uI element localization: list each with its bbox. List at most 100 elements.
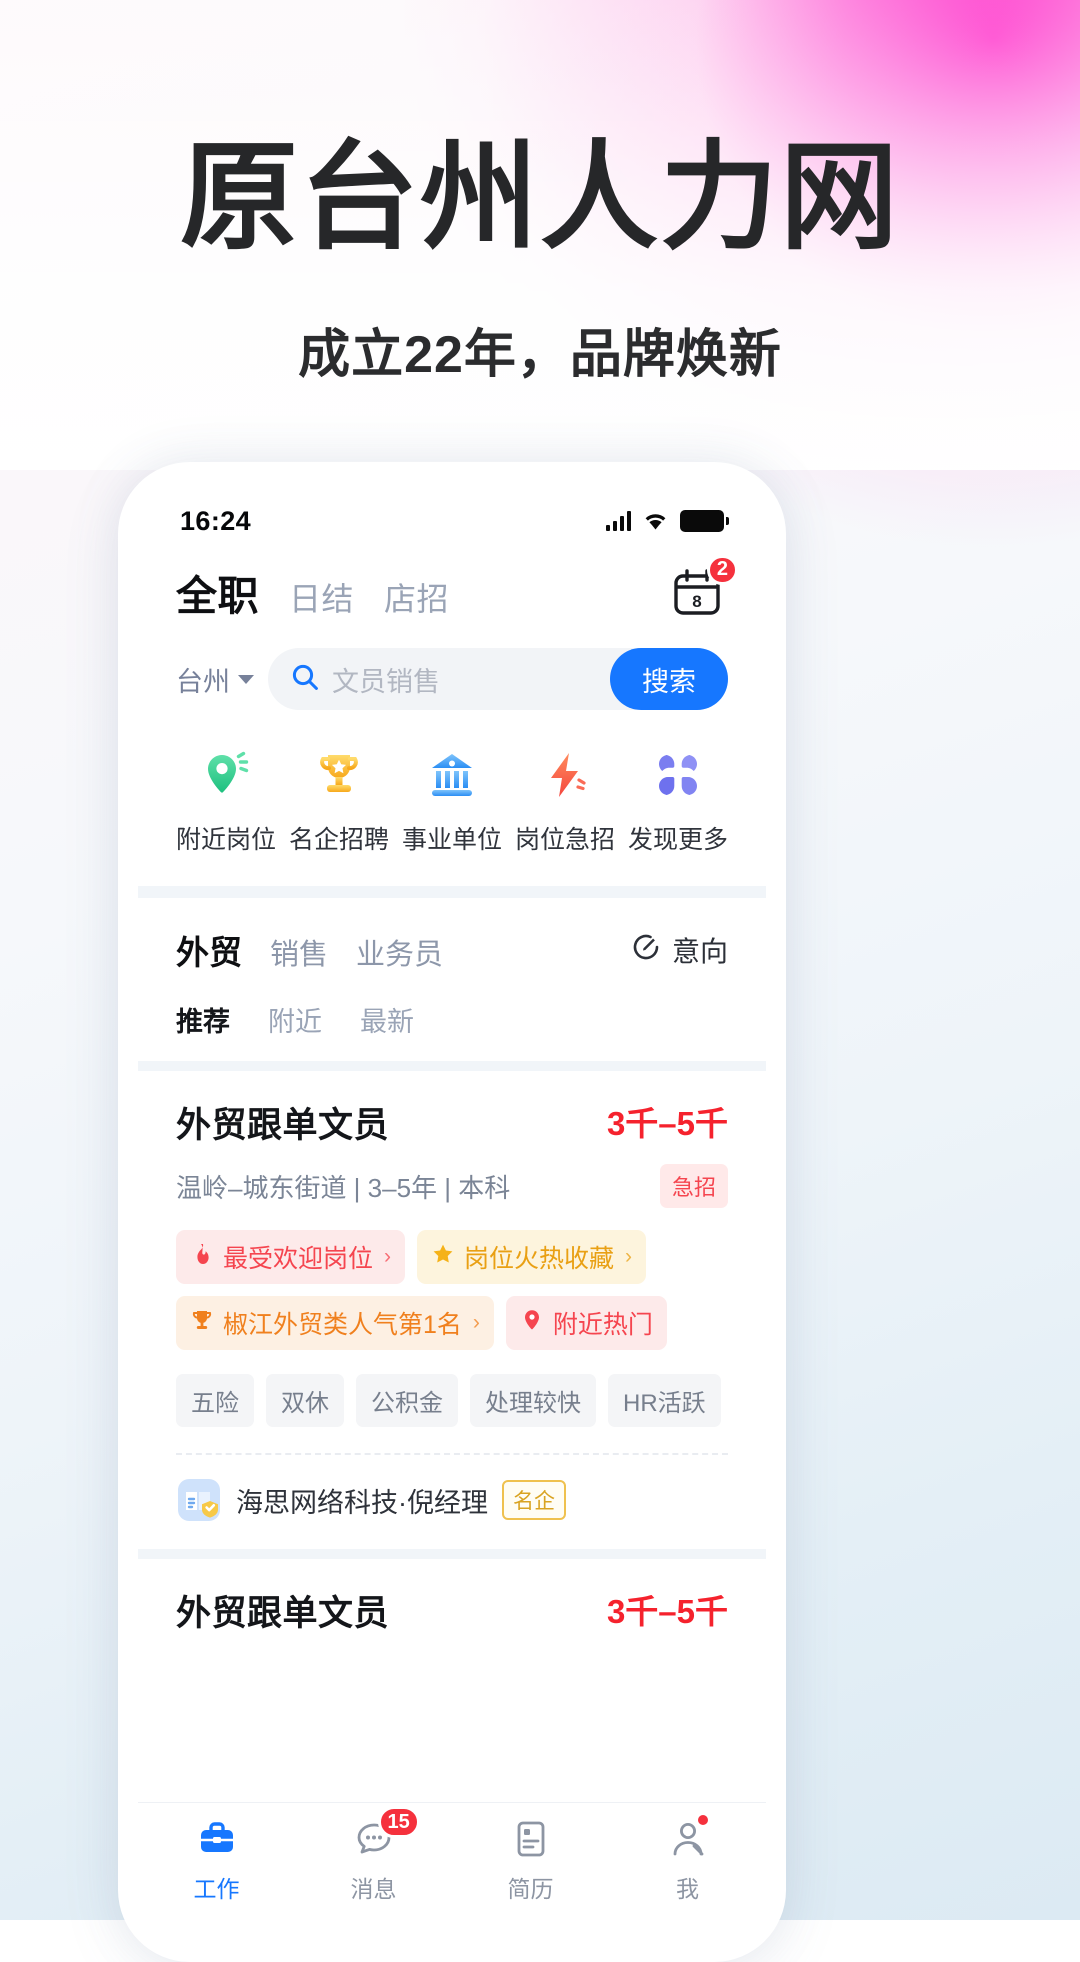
promo-subtitle: 成立22年，品牌焕新 <box>298 326 782 384</box>
wifi-icon <box>642 511 669 531</box>
search-box[interactable]: 文员销售 搜索 <box>268 648 728 710</box>
sort-tab-newest[interactable]: 最新 <box>360 1000 414 1039</box>
job-header: 外贸跟单文员 3千–5千 <box>176 1585 728 1636</box>
chevron-right-icon: › <box>384 1245 392 1268</box>
nav-item-profile[interactable]: 我 <box>618 1813 758 1904</box>
category-tab-foreign-trade[interactable]: 外贸 <box>176 926 242 974</box>
category-section: 外贸 销售 业务员 意向 推荐 附近 最新 <box>138 898 766 1061</box>
header-tab-list: 全职 日结 店招 <box>176 562 449 622</box>
highlight-tag-label: 椒江外贸类人气第1名 <box>223 1311 462 1339</box>
sort-tab-list: 推荐 附近 最新 <box>176 974 728 1061</box>
edit-circle-icon <box>630 931 662 970</box>
city-selector[interactable]: 台州 <box>176 660 254 699</box>
highlight-tag-label: 岗位火热收藏 <box>464 1245 615 1273</box>
job-meta-row: 温岭–城东街道 | 3–5年 | 本科 急招 <box>176 1164 728 1208</box>
company-verified-icon <box>176 1477 222 1523</box>
search-button[interactable]: 搜索 <box>610 648 728 710</box>
welfare-tag: HR活跃 <box>608 1374 721 1427</box>
quick-entry-top-companies[interactable]: 名企招聘 <box>283 744 395 856</box>
highlight-tag-nearby-hot[interactable]: 附近热门 <box>505 1296 667 1350</box>
job-welfare-tags: 五险 双休 公积金 处理较快 HR活跃 <box>176 1374 728 1427</box>
company-badge: 名企 <box>502 1480 566 1520</box>
chevron-down-icon <box>238 674 254 684</box>
quick-entry-public-institution[interactable]: 事业单位 <box>396 744 508 856</box>
quick-entry-label: 发现更多 <box>627 826 728 854</box>
nav-item-label: 我 <box>676 1876 699 1902</box>
job-card[interactable]: 外贸跟单文员 3千–5千 温岭–城东街道 | 3–5年 | 本科 急招 最受欢迎… <box>138 1071 766 1549</box>
job-title: 外贸跟单文员 <box>176 1594 390 1633</box>
highlight-tag-label: 附近热门 <box>552 1311 653 1339</box>
quick-entry-urgent-jobs[interactable]: 岗位急招 <box>509 744 621 856</box>
search-row: 台州 文员销售 搜索 <box>138 622 766 710</box>
job-title: 外贸跟单文员 <box>176 1106 390 1145</box>
job-meta: 温岭–城东街道 | 3–5年 | 本科 <box>176 1172 511 1203</box>
search-input-placeholder[interactable]: 文员销售 <box>332 660 440 699</box>
battery-icon <box>680 510 729 532</box>
section-divider <box>138 886 766 898</box>
promo-title: 原台州人力网 <box>179 132 900 264</box>
nav-badge-profile <box>695 1813 710 1827</box>
job-salary: 3千–5千 <box>606 1105 728 1142</box>
bank-icon <box>421 744 483 806</box>
status-badge-urgent: 急招 <box>659 1164 728 1208</box>
header-tab-fulltime[interactable]: 全职 <box>176 562 259 622</box>
chevron-right-icon: › <box>625 1245 633 1268</box>
briefcase-icon <box>193 1815 241 1863</box>
grid-four-icon <box>647 744 709 806</box>
highlight-tag-hot-favorites[interactable]: 岗位火热收藏 › <box>417 1230 647 1284</box>
quick-entry-row: 附近岗位 名企招聘 事业单位 岗位急招 发现更多 <box>138 710 766 886</box>
job-card[interactable]: 外贸跟单文员 3千–5千 <box>138 1559 766 1636</box>
calendar-badge: 2 <box>706 554 738 585</box>
calendar-button[interactable]: 8 2 <box>672 554 738 622</box>
sort-tab-recommended[interactable]: 推荐 <box>176 1000 230 1039</box>
status-time: 16:24 <box>180 505 252 536</box>
quick-entry-nearby-jobs[interactable]: 附近岗位 <box>170 744 282 856</box>
search-icon <box>290 662 320 697</box>
highlight-tag-label: 最受欢迎岗位 <box>223 1245 374 1273</box>
nav-badge-messages: 15 <box>377 1806 420 1838</box>
trophy-icon <box>308 744 370 806</box>
user-icon <box>664 1813 712 1863</box>
nav-item-label: 工作 <box>193 1876 240 1902</box>
highlight-tag-most-popular[interactable]: 最受欢迎岗位 › <box>176 1230 406 1284</box>
status-icons <box>605 510 729 532</box>
status-bar: 16:24 <box>138 482 766 546</box>
header-tab-daily[interactable]: 日结 <box>289 574 354 620</box>
lightning-bolt-icon <box>534 744 596 806</box>
chat-bubble-icon: 15 <box>350 1806 420 1863</box>
city-label: 台州 <box>176 666 230 697</box>
nav-item-label: 消息 <box>350 1876 397 1902</box>
welfare-tag: 五险 <box>176 1374 254 1427</box>
category-tab-salesperson[interactable]: 业务员 <box>356 931 443 973</box>
flame-icon <box>190 1242 214 1273</box>
quick-entry-label: 事业单位 <box>401 826 502 854</box>
welfare-tag: 处理较快 <box>470 1374 596 1427</box>
intent-button[interactable]: 意向 <box>630 930 728 970</box>
category-tab-sales[interactable]: 销售 <box>270 931 328 973</box>
location-pin-icon <box>195 744 257 806</box>
calendar-icon: 8 <box>672 568 722 621</box>
list-divider <box>138 1549 766 1559</box>
signal-bars-icon <box>605 511 631 531</box>
quick-entry-label: 附近岗位 <box>175 826 276 854</box>
sort-tab-nearby[interactable]: 附近 <box>268 1000 322 1039</box>
nav-item-messages[interactable]: 15 消息 <box>304 1806 444 1904</box>
quick-entry-discover-more[interactable]: 发现更多 <box>622 744 734 856</box>
phone-screen: 16:24 全职 日结 店招 8 2 台州 文员销售 搜索 附近岗位 名企招聘 … <box>138 482 766 1920</box>
nav-item-jobs[interactable]: 工作 <box>147 1815 287 1904</box>
nav-item-label: 简历 <box>507 1876 554 1902</box>
intent-label: 意向 <box>671 936 728 967</box>
quick-entry-label: 岗位急招 <box>514 826 615 854</box>
svg-text:8: 8 <box>692 592 701 611</box>
highlight-tag-rank[interactable]: 椒江外贸类人气第1名 › <box>176 1296 494 1350</box>
location-pin-icon <box>520 1308 544 1339</box>
chevron-right-icon: › <box>472 1311 480 1334</box>
nav-item-resume[interactable]: 简历 <box>461 1815 601 1904</box>
header-tab-storefront[interactable]: 店招 <box>384 574 449 620</box>
bottom-navigation: 工作 15 消息 简历 我 <box>138 1802 766 1920</box>
job-highlight-tags: 最受欢迎岗位 › 岗位火热收藏 › 椒江外贸类人气第1名 › 附近热门 <box>176 1230 728 1350</box>
star-icon <box>431 1242 455 1273</box>
trophy-icon <box>190 1308 214 1339</box>
company-row[interactable]: 海思网络科技·倪经理 名企 <box>176 1455 728 1549</box>
welfare-tag: 公积金 <box>356 1374 458 1427</box>
